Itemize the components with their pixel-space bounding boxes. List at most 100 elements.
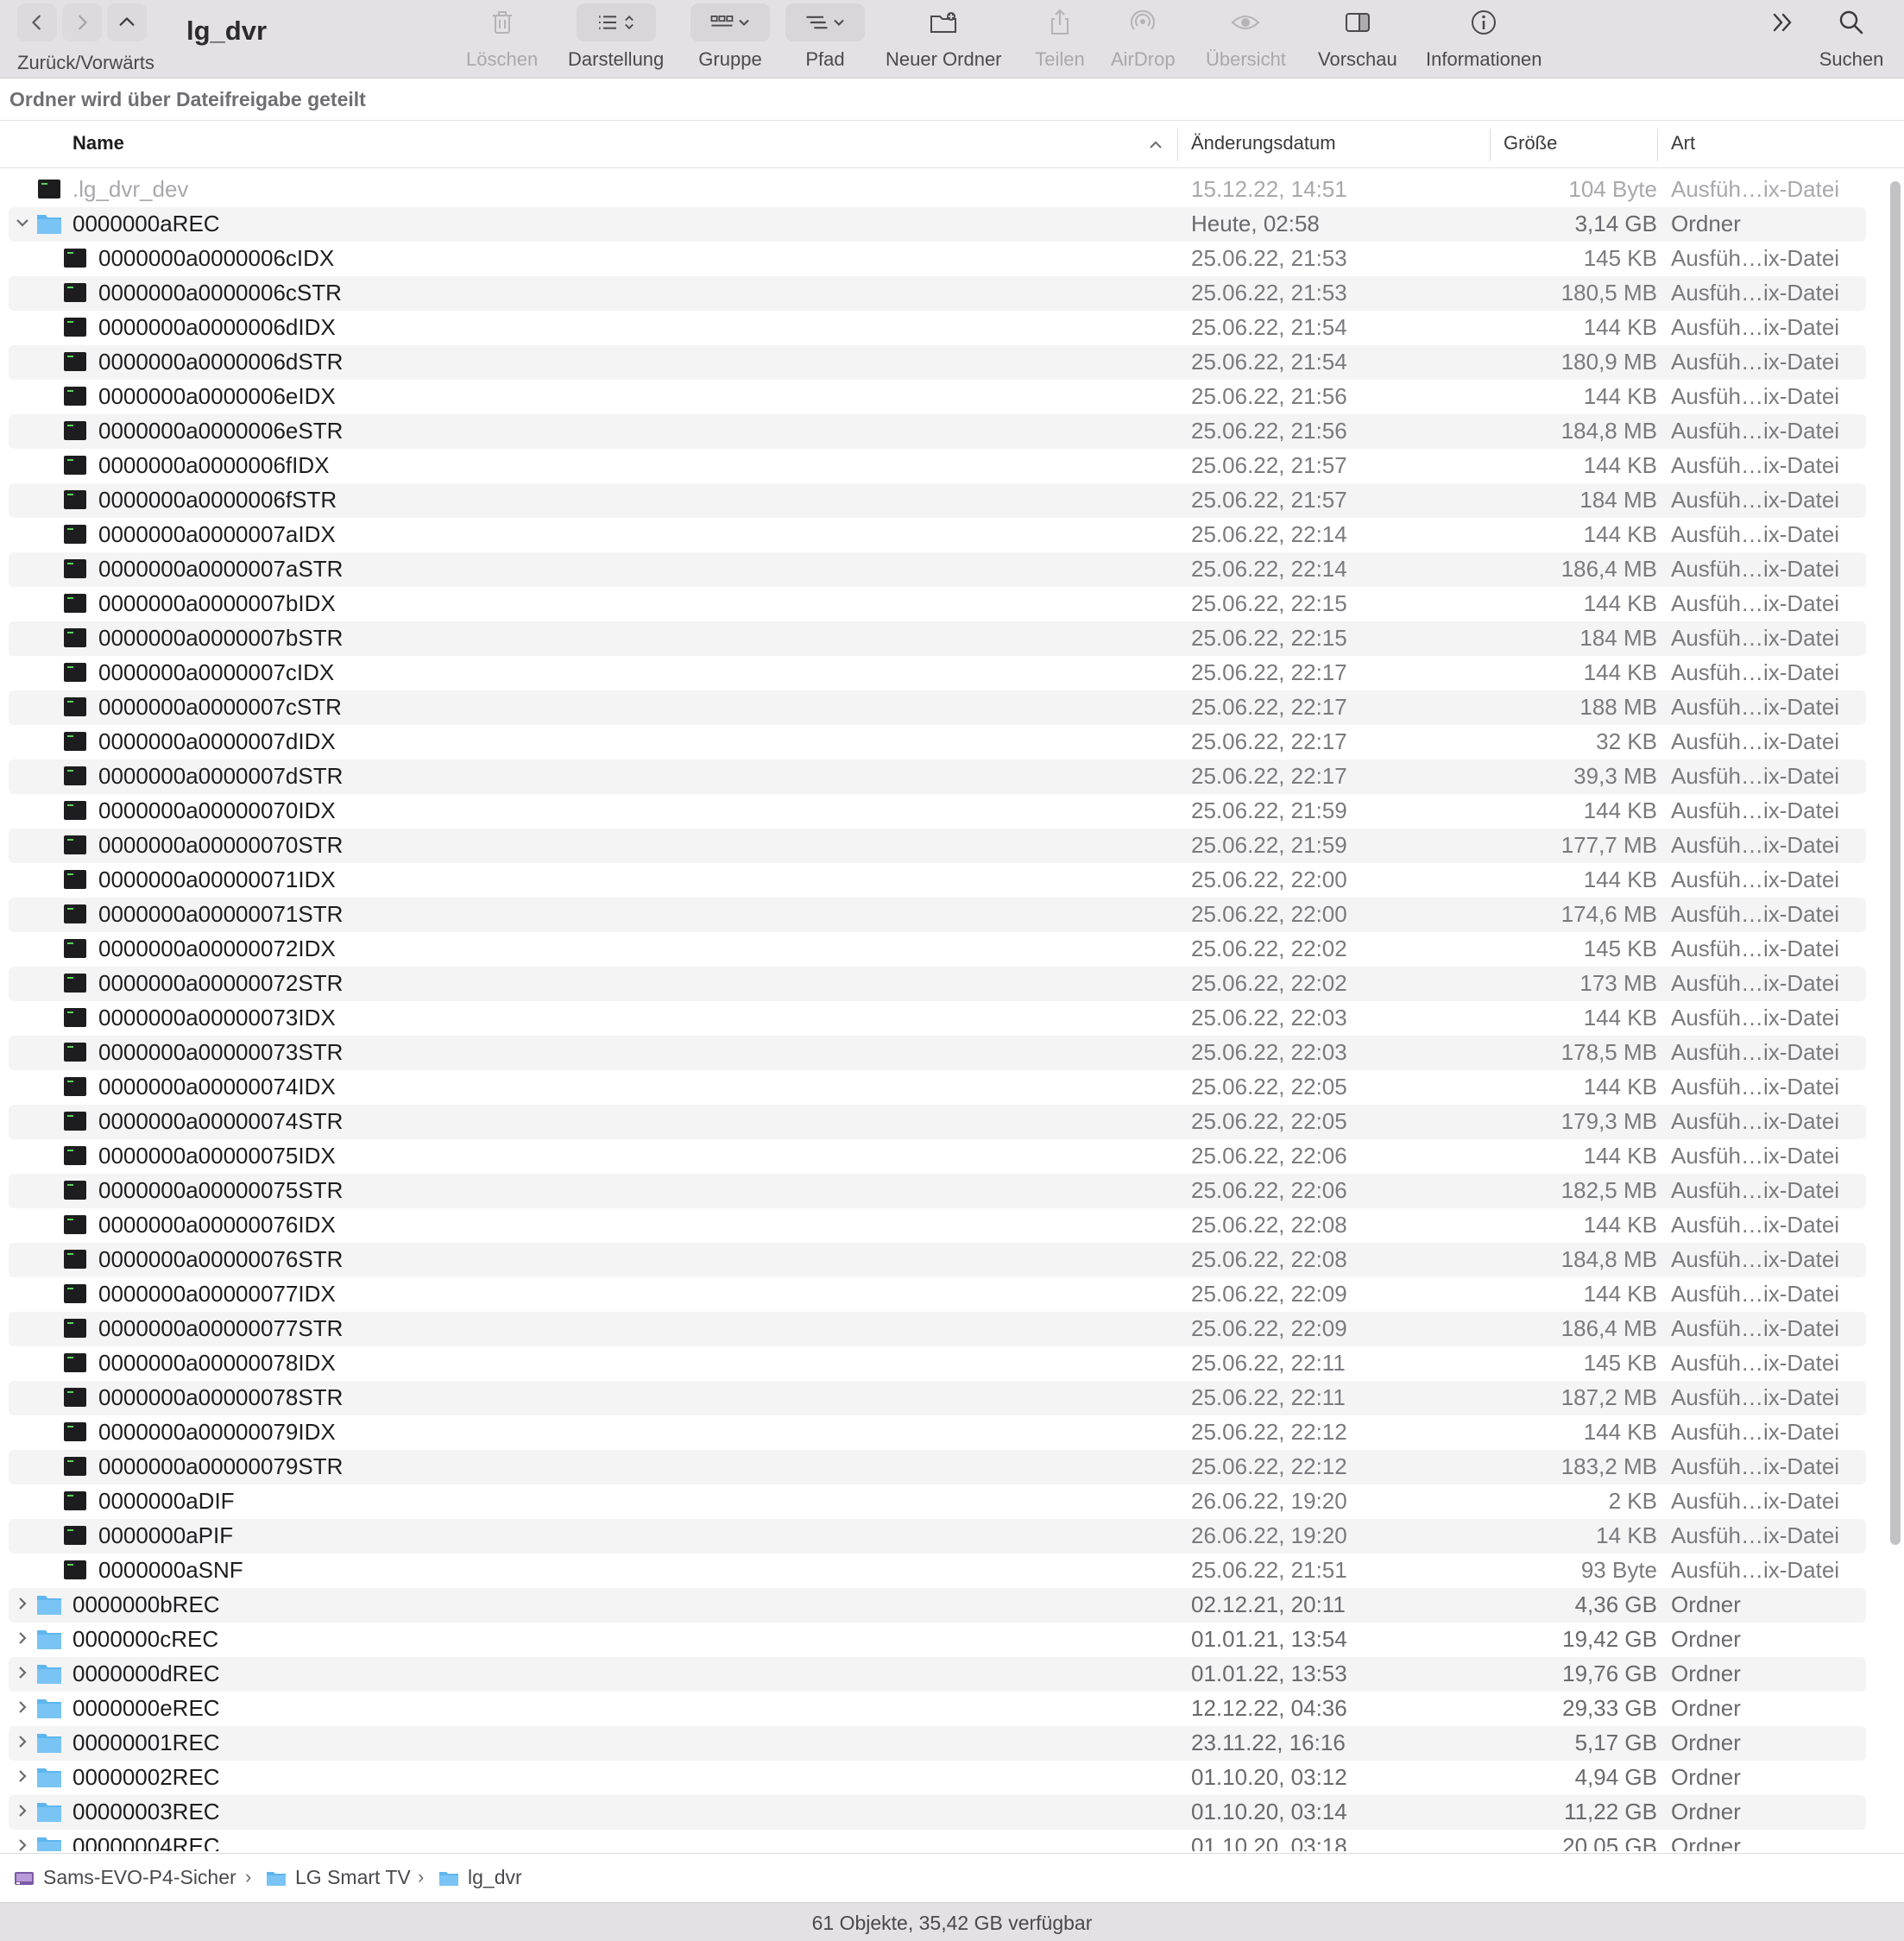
folder-row[interactable]: 00000004REC 01.10.20, 03:18 20,05 GB Ordner: [9, 1830, 1866, 1851]
airdrop-button[interactable]: AirDrop: [1111, 3, 1176, 71]
share-icon: [1051, 9, 1069, 35]
row-date: 25.06.22, 21:57: [1191, 452, 1347, 478]
file-row[interactable]: 0000000a0000006dSTR 25.06.22, 21:54 180,9 …: [9, 345, 1866, 380]
disclosure-collapsed-icon[interactable]: [12, 1628, 33, 1648]
search-button[interactable]: Suchen: [1813, 3, 1890, 71]
folder-row[interactable]: 0000000dREC 01.01.22, 13:53 19,76 GB Ordner: [9, 1657, 1866, 1692]
file-row[interactable]: 0000000a00000071IDX 25.06.22, 22:00 144 KB…: [9, 863, 1866, 898]
disclosure-collapsed-icon[interactable]: [12, 1800, 33, 1821]
executable-file-icon: [64, 801, 86, 820]
column-divider[interactable]: [1177, 129, 1178, 161]
row-kind: Ausfüh…ix-Datei: [1671, 521, 1840, 547]
file-row[interactable]: 0000000a0000006cIDX 25.06.22, 21:53 145 KB…: [9, 242, 1866, 276]
more-toolbar-button[interactable]: [1761, 3, 1804, 41]
info-button[interactable]: Informationen: [1426, 3, 1542, 71]
file-row[interactable]: 0000000a00000078IDX 25.06.22, 22:11 145 KB…: [9, 1346, 1866, 1381]
folder-row[interactable]: 00000002REC 01.10.20, 03:12 4,94 GB Ordner: [9, 1761, 1866, 1795]
group-button[interactable]: Gruppe: [690, 3, 770, 71]
file-row[interactable]: 0000000a00000072STR 25.06.22, 22:02 173 MB…: [9, 967, 1866, 1001]
disclosure-collapsed-icon[interactable]: [12, 1835, 33, 1851]
folder-row[interactable]: 0000000bREC 02.12.21, 20:11 4,36 GB Ordner: [9, 1588, 1866, 1623]
file-list[interactable]: .lg_dvr_dev 15.12.22, 14:51 104 Byte Ausfüh…: [0, 169, 1904, 1851]
row-size: 39,3 MB: [1573, 763, 1657, 789]
share-button[interactable]: Teilen: [1034, 3, 1086, 71]
file-row[interactable]: 0000000a00000076IDX 25.06.22, 22:08 144 KB…: [9, 1208, 1866, 1243]
file-row[interactable]: 0000000a00000079STR 25.06.22, 22:12 183,2 …: [9, 1450, 1866, 1484]
file-row[interactable]: 0000000a0000007dSTR 25.06.22, 22:17 39,3 M…: [9, 759, 1866, 794]
path-crumb-drive[interactable]: Sams-EVO-P4-Sicher: [14, 1866, 236, 1889]
file-row[interactable]: 0000000a00000070IDX 25.06.22, 21:59 144 KB…: [9, 794, 1866, 829]
column-name-header[interactable]: Name: [73, 132, 124, 154]
file-row[interactable]: 0000000a00000073STR 25.06.22, 22:03 178,5 …: [9, 1036, 1866, 1070]
disclosure-collapsed-icon[interactable]: [12, 1731, 33, 1752]
path-crumb-lg-smart-tv[interactable]: LG Smart TV: [266, 1866, 411, 1889]
forward-button[interactable]: [62, 3, 102, 41]
folder-row[interactable]: 00000003REC 01.10.20, 03:14 11,22 GB Ordner: [9, 1795, 1866, 1830]
file-row[interactable]: 0000000a0000006fIDX 25.06.22, 21:57 144 KB…: [9, 449, 1866, 483]
file-row[interactable]: 0000000a00000070STR 25.06.22, 21:59 177,7 …: [9, 829, 1866, 863]
column-size-header[interactable]: Größe: [1504, 132, 1557, 154]
disclosure-collapsed-icon[interactable]: [12, 1697, 33, 1717]
disclosure-collapsed-icon[interactable]: [12, 1662, 33, 1683]
file-row[interactable]: 0000000a00000076STR 25.06.22, 22:08 184,8 …: [9, 1243, 1866, 1277]
row-date: 01.10.20, 03:12: [1191, 1764, 1347, 1790]
file-row[interactable]: 0000000a0000007bIDX 25.06.22, 22:15 144 KB…: [9, 587, 1866, 621]
file-row[interactable]: 0000000a0000006eIDX 25.06.22, 21:56 144 KB…: [9, 380, 1866, 414]
path-button[interactable]: Pfad: [785, 3, 865, 71]
file-row[interactable]: 0000000a00000075STR 25.06.22, 22:06 182,5 …: [9, 1174, 1866, 1208]
file-row[interactable]: 0000000a0000007bSTR 25.06.22, 22:15 184 MB…: [9, 621, 1866, 656]
file-row[interactable]: 0000000a0000006cSTR 25.06.22, 21:53 180,5 …: [9, 276, 1866, 311]
file-row[interactable]: 0000000a00000072IDX 25.06.22, 22:02 145 KB…: [9, 932, 1866, 967]
file-row[interactable]: 0000000aPIF 26.06.22, 19:20 14 KB Ausfüh…ix…: [9, 1519, 1866, 1553]
file-row[interactable]: 0000000a0000007cSTR 25.06.22, 22:17 188 MB…: [9, 690, 1866, 725]
file-row[interactable]: 0000000a00000074STR 25.06.22, 22:05 179,3 …: [9, 1105, 1866, 1139]
file-row[interactable]: 0000000a00000079IDX 25.06.22, 22:12 144 KB…: [9, 1415, 1866, 1450]
file-row[interactable]: 0000000a0000007aIDX 25.06.22, 22:14 144 KB…: [9, 518, 1866, 552]
view-button[interactable]: Darstellung: [568, 3, 664, 71]
file-row[interactable]: 0000000a0000007dIDX 25.06.22, 22:17 32 KB A…: [9, 725, 1866, 759]
file-row[interactable]: 0000000a0000007cIDX 25.06.22, 22:17 144 KB…: [9, 656, 1866, 690]
path-crumb-lg-dvr[interactable]: lg_dvr: [438, 1866, 522, 1889]
row-date: 25.06.22, 22:00: [1191, 901, 1347, 927]
disclosure-expanded-icon[interactable]: [12, 212, 33, 233]
file-row[interactable]: 0000000a00000071STR 25.06.22, 22:00 174,6 …: [9, 898, 1866, 932]
folder-row[interactable]: 0000000cREC 01.01.21, 13:54 19,42 GB Ordner: [9, 1623, 1866, 1657]
file-row[interactable]: 0000000a00000077IDX 25.06.22, 22:09 144 KB…: [9, 1277, 1866, 1312]
new-folder-button[interactable]: Neuer Ordner: [886, 3, 1002, 71]
file-row[interactable]: .lg_dvr_dev 15.12.22, 14:51 104 Byte Ausfüh…: [9, 173, 1866, 207]
column-kind-header[interactable]: Art: [1671, 132, 1695, 154]
disclosure-collapsed-icon[interactable]: [12, 1766, 33, 1787]
column-divider[interactable]: [1657, 129, 1658, 161]
file-row[interactable]: 0000000a00000078STR 25.06.22, 22:11 187,2 …: [9, 1381, 1866, 1415]
row-name: 0000000aDIF: [98, 1488, 235, 1514]
file-row[interactable]: 0000000a00000077STR 25.06.22, 22:09 186,4 …: [9, 1312, 1866, 1346]
file-row[interactable]: 0000000a00000075IDX 25.06.22, 22:06 144 KB…: [9, 1139, 1866, 1174]
quicklook-button[interactable]: Übersicht: [1206, 3, 1286, 71]
file-row[interactable]: 0000000a0000006dIDX 25.06.22, 21:54 144 KB…: [9, 311, 1866, 345]
row-date: 25.06.22, 21:53: [1191, 245, 1347, 271]
row-kind: Ausfüh…ix-Datei: [1671, 1384, 1840, 1410]
enclosing-folder-button[interactable]: [107, 3, 147, 41]
file-row[interactable]: 0000000a00000074IDX 25.06.22, 22:05 144 KB…: [9, 1070, 1866, 1105]
disclosure-collapsed-icon[interactable]: [12, 1593, 33, 1614]
file-row[interactable]: 0000000a0000007aSTR 25.06.22, 22:14 186,4 …: [9, 552, 1866, 587]
file-row[interactable]: 0000000a0000006eSTR 25.06.22, 21:56 184,8 …: [9, 414, 1866, 449]
file-row[interactable]: 0000000aSNF 25.06.22, 21:51 93 Byte Ausfüh……: [9, 1553, 1866, 1588]
preview-button[interactable]: Vorschau: [1318, 3, 1397, 71]
row-name: 0000000a00000076STR: [98, 1246, 344, 1272]
back-button[interactable]: [17, 3, 57, 41]
column-divider[interactable]: [1490, 129, 1491, 161]
folder-row[interactable]: 0000000eREC 12.12.22, 04:36 29,33 GB Ordner: [9, 1692, 1866, 1726]
folder-row[interactable]: 00000001REC 23.11.22, 16:16 5,17 GB Ordner: [9, 1726, 1866, 1761]
column-date-header[interactable]: Änderungsdatum: [1191, 132, 1336, 154]
vertical-scrollbar[interactable]: [1890, 181, 1901, 1545]
delete-button[interactable]: Löschen: [466, 3, 538, 71]
row-kind: Ordner: [1671, 1661, 1741, 1686]
folder-row[interactable]: 0000000aREC Heute, 02:58 3,14 GB Ordner: [9, 207, 1866, 242]
file-row[interactable]: 0000000aDIF 26.06.22, 19:20 2 KB Ausfüh…ix-…: [9, 1484, 1866, 1519]
row-kind: Ausfüh…ix-Datei: [1671, 1143, 1840, 1169]
row-kind: Ausfüh…ix-Datei: [1671, 418, 1840, 444]
row-kind: Ausfüh…ix-Datei: [1671, 1005, 1840, 1030]
file-row[interactable]: 0000000a0000006fSTR 25.06.22, 21:57 184 MB…: [9, 483, 1866, 518]
file-row[interactable]: 0000000a00000073IDX 25.06.22, 22:03 144 KB…: [9, 1001, 1866, 1036]
